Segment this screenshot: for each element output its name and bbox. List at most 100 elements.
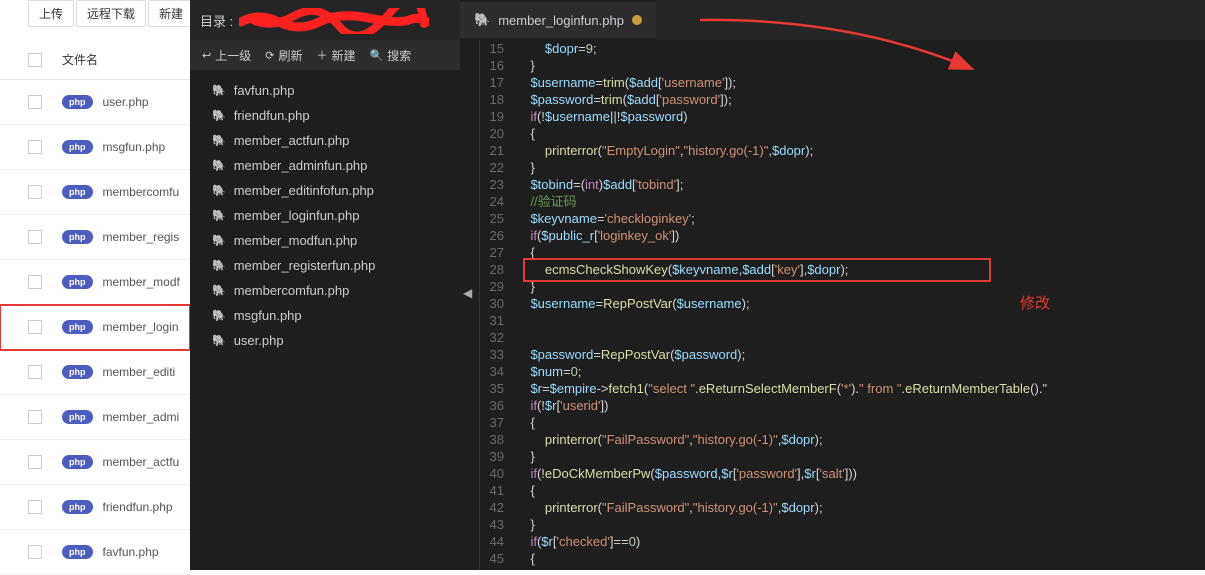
tree-item[interactable]: 🐘member_modfun.php bbox=[190, 228, 450, 253]
file-checkbox[interactable] bbox=[28, 95, 42, 109]
tree-item[interactable]: 🐘 member_registerfun.php bbox=[190, 253, 450, 278]
ide-panel: 目录 : ↩上一级 ⟳刷新 ＋新建 🔍搜索 🐘favfun.php🐘friend… bbox=[190, 0, 1205, 570]
tree-item-label: user.php bbox=[234, 333, 284, 348]
file-checkbox[interactable] bbox=[28, 365, 42, 379]
fold-gutter: ◀ bbox=[460, 40, 480, 570]
tree-item[interactable]: 🐘member_loginfun.php bbox=[190, 203, 450, 228]
file-checkbox[interactable] bbox=[28, 320, 42, 334]
code-line[interactable]: 30 $username=RepPostVar($username); bbox=[480, 295, 1205, 312]
file-checkbox[interactable] bbox=[28, 275, 42, 289]
code-line[interactable]: 39 } bbox=[480, 448, 1205, 465]
search-button[interactable]: 🔍搜索 bbox=[369, 47, 411, 64]
code-line[interactable]: 41 { bbox=[480, 482, 1205, 499]
file-row[interactable]: phpmember_regis bbox=[0, 215, 190, 260]
code-line[interactable]: 38 printerror("FailPassword","history.go… bbox=[480, 431, 1205, 448]
tree-item[interactable]: 🐘friendfun.php bbox=[190, 103, 450, 128]
ide-path-bar: 目录 : bbox=[190, 0, 1205, 40]
code-line[interactable]: 31 bbox=[480, 312, 1205, 329]
file-checkbox[interactable] bbox=[28, 230, 42, 244]
editor-tab[interactable]: 🐘 member_loginfun.php bbox=[460, 2, 656, 38]
new-button[interactable]: 新建 bbox=[148, 0, 194, 27]
php-badge-icon: php bbox=[62, 140, 93, 154]
code-line[interactable]: 23 $tobind=(int)$add['tobind']; bbox=[480, 176, 1205, 193]
code-line[interactable]: 40 if(!eDoCkMemberPw($password,$r['passw… bbox=[480, 465, 1205, 482]
file-list-panel: 文件名 phpuser.phpphpmsgfun.phpphpmembercom… bbox=[0, 40, 190, 575]
file-row[interactable]: phpmember_actfu bbox=[0, 440, 190, 485]
code-line[interactable]: 34 $num=0; bbox=[480, 363, 1205, 380]
tree-item[interactable]: 🐘membercomfun.php bbox=[190, 278, 450, 303]
upload-button[interactable]: 上传 bbox=[28, 0, 74, 27]
file-row[interactable]: phpfriendfun.php bbox=[0, 485, 190, 530]
file-name-label: member_editi bbox=[103, 365, 176, 379]
code-content bbox=[516, 312, 1205, 329]
elephant-icon: 🐘 bbox=[474, 12, 490, 28]
file-row[interactable]: phpmember_modf bbox=[0, 260, 190, 305]
code-content: if($public_r['loginkey_ok']) bbox=[516, 227, 1205, 244]
code-line[interactable]: 24 //验证码 bbox=[480, 193, 1205, 210]
tree-item[interactable]: 🐘msgfun.php bbox=[190, 303, 450, 328]
elephant-icon: 🐘 bbox=[212, 134, 226, 147]
file-row[interactable]: phpuser.php bbox=[0, 80, 190, 125]
tree-item[interactable]: 🐘member_actfun.php bbox=[190, 128, 450, 153]
file-row[interactable]: phpmembercomfu bbox=[0, 170, 190, 215]
fold-arrow-icon[interactable]: ◀ bbox=[463, 286, 472, 300]
code-line[interactable]: 25 $keyvname='checkloginkey'; bbox=[480, 210, 1205, 227]
code-line[interactable]: 21 printerror("EmptyLogin","history.go(-… bbox=[480, 142, 1205, 159]
tree-item[interactable]: 🐘favfun.php bbox=[190, 78, 450, 103]
code-line[interactable]: 45 { bbox=[480, 550, 1205, 567]
file-row[interactable]: phpmember_editi bbox=[0, 350, 190, 395]
refresh-button[interactable]: ⟳刷新 bbox=[265, 47, 302, 64]
remote-download-button[interactable]: 远程下载 bbox=[76, 0, 146, 27]
code-line[interactable]: 43 } bbox=[480, 516, 1205, 533]
code-line[interactable]: 42 printerror("FailPassword","history.go… bbox=[480, 499, 1205, 516]
elephant-icon: 🐘 bbox=[212, 259, 226, 272]
code-line[interactable]: 16 } bbox=[480, 57, 1205, 74]
code-editor[interactable]: 15 $dopr=9;16 }17 $username=trim($add['u… bbox=[480, 40, 1205, 570]
code-content: } bbox=[516, 516, 1205, 533]
tree-item[interactable]: 🐘member_adminfun.php bbox=[190, 153, 450, 178]
file-checkbox[interactable] bbox=[28, 140, 42, 154]
line-number: 25 bbox=[480, 210, 516, 227]
code-line[interactable]: 44 if($r['checked']==0) bbox=[480, 533, 1205, 550]
file-row[interactable]: phpfavfun.php bbox=[0, 530, 190, 575]
code-line[interactable]: 33 $password=RepPostVar($password); bbox=[480, 346, 1205, 363]
file-row[interactable]: phpmember_login bbox=[0, 305, 190, 350]
elephant-icon: 🐘 bbox=[212, 209, 226, 222]
file-checkbox[interactable] bbox=[28, 455, 42, 469]
file-checkbox[interactable] bbox=[28, 185, 42, 199]
up-level-button[interactable]: ↩上一级 bbox=[202, 47, 251, 64]
file-row[interactable]: phpmsgfun.php bbox=[0, 125, 190, 170]
file-checkbox[interactable] bbox=[28, 545, 42, 559]
tree-item[interactable]: 🐘user.php bbox=[190, 328, 450, 353]
code-line[interactable]: 18 $password=trim($add['password']); bbox=[480, 91, 1205, 108]
code-content: $username=trim($add['username']); bbox=[516, 74, 1205, 91]
tree-item[interactable]: 🐘member_editinfofun.php bbox=[190, 178, 450, 203]
code-content: printerror("FailPassword","history.go(-1… bbox=[516, 499, 1205, 516]
code-line[interactable]: 36 if(!$r['userid']) bbox=[480, 397, 1205, 414]
file-checkbox[interactable] bbox=[28, 410, 42, 424]
file-row[interactable]: phpmember_admi bbox=[0, 395, 190, 440]
code-line[interactable]: 19 if(!$username||!$password) bbox=[480, 108, 1205, 125]
line-number: 39 bbox=[480, 448, 516, 465]
code-line[interactable]: 15 $dopr=9; bbox=[480, 40, 1205, 57]
search-icon: 🔍 bbox=[369, 49, 383, 62]
file-list-header: 文件名 bbox=[0, 40, 190, 80]
code-line[interactable]: 35 $r=$empire->fetch1("select ".eReturnS… bbox=[480, 380, 1205, 397]
line-number: 20 bbox=[480, 125, 516, 142]
redacted-path-scribble bbox=[239, 10, 419, 30]
tab-filename: member_loginfun.php bbox=[498, 13, 624, 28]
file-checkbox[interactable] bbox=[28, 500, 42, 514]
new-file-button[interactable]: ＋新建 bbox=[316, 47, 355, 64]
code-content: $r=$empire->fetch1("select ".eReturnSele… bbox=[516, 380, 1205, 397]
code-line[interactable]: 26 if($public_r['loginkey_ok']) bbox=[480, 227, 1205, 244]
tree-item-label: member_registerfun.php bbox=[234, 258, 376, 273]
line-number: 44 bbox=[480, 533, 516, 550]
code-line[interactable]: 20 { bbox=[480, 125, 1205, 142]
code-line[interactable]: 32 bbox=[480, 329, 1205, 346]
code-line[interactable]: 17 $username=trim($add['username']); bbox=[480, 74, 1205, 91]
line-number: 33 bbox=[480, 346, 516, 363]
code-line[interactable]: 22 } bbox=[480, 159, 1205, 176]
select-all-checkbox[interactable] bbox=[28, 53, 42, 67]
up-level-label: 上一级 bbox=[215, 47, 251, 64]
code-line[interactable]: 37 { bbox=[480, 414, 1205, 431]
